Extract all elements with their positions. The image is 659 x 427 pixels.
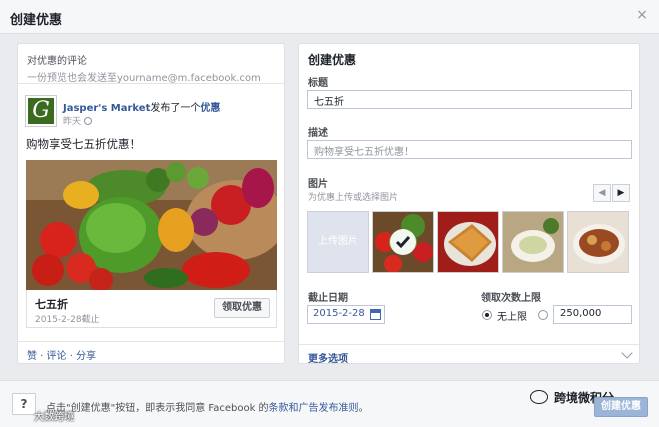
dialog-header: 创建优惠 × bbox=[0, 0, 659, 34]
photo-strip: 上传图片 bbox=[307, 211, 633, 273]
page-logo-letter: G bbox=[32, 98, 50, 123]
post-action-text: 发布了一个 bbox=[150, 103, 201, 114]
next-page-icon[interactable]: ▶ bbox=[612, 184, 630, 202]
watermark-left: 大数跨境 bbox=[34, 412, 74, 423]
post-time: 昨天 bbox=[63, 114, 93, 127]
post-time-text: 昨天 bbox=[63, 117, 82, 127]
dialog-title: 创建优惠 bbox=[10, 13, 63, 28]
dialog-footer: ? 点击"创建优惠"按钮，即表示我同意 Facebook 的条款和广告发布准则。… bbox=[0, 380, 659, 427]
vegetables-photo bbox=[26, 160, 277, 290]
headline-input[interactable]: 七五折 bbox=[307, 90, 632, 109]
create-offer-button[interactable]: 创建优惠 bbox=[594, 397, 648, 417]
terms-prefix: 点击"创建优惠"按钮，即表示我同意 Facebook 的 bbox=[46, 403, 269, 414]
claims-limit-label: 领取次数上限 bbox=[481, 293, 541, 304]
help-icon[interactable]: ? bbox=[12, 393, 36, 415]
terms-text: 点击"创建优惠"按钮，即表示我同意 Facebook 的条款和广告发布准则。 bbox=[46, 399, 369, 414]
claim-offer-button[interactable]: 领取优惠 bbox=[214, 298, 270, 318]
dialog-body: 对优惠的评论 一份预览也会发送至yourname@m.facebook.com … bbox=[0, 35, 659, 380]
description-label: 描述 bbox=[308, 128, 328, 139]
unlimited-radio[interactable] bbox=[482, 310, 492, 320]
pie-thumb[interactable] bbox=[437, 211, 499, 273]
offer-preview-panel: 对优惠的评论 一份预览也会发送至yourname@m.facebook.com … bbox=[17, 43, 285, 364]
wechat-icon bbox=[530, 390, 548, 404]
soup-thumb[interactable] bbox=[502, 211, 564, 273]
limit-radio[interactable] bbox=[538, 310, 548, 320]
photo-label: 图片 bbox=[308, 179, 328, 190]
calendar-icon[interactable] bbox=[370, 309, 381, 320]
preview-subtitle: 一份预览也会发送至yourname@m.facebook.com bbox=[27, 73, 261, 84]
expiry-label: 截止日期 bbox=[308, 293, 348, 304]
offer-name: 七五折 bbox=[35, 298, 68, 311]
close-icon[interactable]: × bbox=[635, 8, 649, 22]
section-divider bbox=[299, 344, 639, 345]
form-title: 创建优惠 bbox=[308, 53, 357, 67]
preview-header: 对优惠的评论 一份预览也会发送至yourname@m.facebook.com bbox=[18, 44, 284, 84]
page-logo[interactable]: G bbox=[26, 96, 56, 126]
description-input[interactable]: 购物享受七五折优惠！ bbox=[307, 140, 632, 159]
post-author-line: Jasper's Market发布了一个优惠 bbox=[63, 99, 220, 114]
post-text: 购物享受七五折优惠！ bbox=[26, 137, 141, 151]
chevron-down-icon[interactable] bbox=[621, 347, 633, 359]
selected-check-icon bbox=[390, 229, 416, 255]
expiry-date-value: 2015-2-28 bbox=[313, 308, 365, 319]
page-name-link[interactable]: Jasper's Market bbox=[63, 103, 150, 114]
upload-photo-button[interactable]: 上传图片 bbox=[307, 211, 369, 273]
photo-hint: 为优惠上传或选择图片 bbox=[308, 193, 399, 203]
more-options-link[interactable]: 更多选项 bbox=[308, 350, 348, 365]
stew-thumb[interactable] bbox=[567, 211, 629, 273]
unlimited-label: 无上限 bbox=[497, 312, 527, 323]
terms-suffix: 。 bbox=[358, 403, 369, 414]
claims-limit-input[interactable]: 250,000 bbox=[553, 305, 632, 324]
headline-label: 标题 bbox=[308, 78, 328, 89]
prev-page-icon[interactable]: ◀ bbox=[593, 184, 611, 202]
vegetables-thumb[interactable] bbox=[372, 211, 434, 273]
expiry-date-input[interactable]: 2015-2-28 bbox=[307, 305, 385, 324]
globe-icon bbox=[84, 117, 93, 125]
offer-expiry: 2015-2-28截止 bbox=[35, 315, 100, 325]
deal-link[interactable]: 优惠 bbox=[200, 103, 220, 114]
preview-title: 对优惠的评论 bbox=[27, 56, 87, 67]
create-offer-form: 创建优惠 标题 七五折 描述 购物享受七五折优惠！ 图片 为优惠上传或选择图片 … bbox=[298, 43, 640, 365]
post-actions[interactable]: 赞 · 评论 · 分享 bbox=[18, 341, 284, 363]
offer-box: 七五折 2015-2-28截止 领取优惠 bbox=[26, 290, 277, 328]
terms-link[interactable]: 条款和广告发布准则 bbox=[269, 403, 359, 414]
